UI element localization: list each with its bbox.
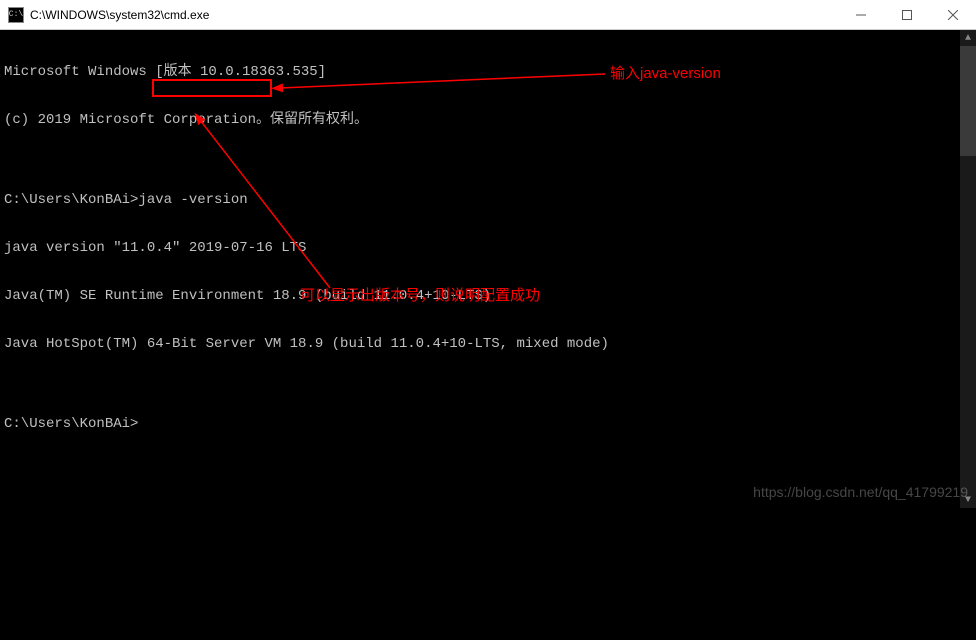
close-button[interactable] — [930, 0, 976, 30]
cmd-icon: C:\ — [8, 7, 24, 23]
annotation-success-hint: 可以显示出版本号，则说明配置成功 — [300, 288, 540, 304]
prompt: C:\Users\KonBAi> — [4, 192, 138, 208]
maximize-button[interactable] — [884, 0, 930, 30]
scrollbar-thumb[interactable] — [960, 46, 976, 156]
terminal-area[interactable]: Microsoft Windows [版本 10.0.18363.535] (c… — [0, 30, 976, 508]
command-line: C:\Users\KonBAi>java -version — [4, 192, 972, 208]
output-line: java version "11.0.4" 2019-07-16 LTS — [4, 240, 972, 256]
prompt-line: C:\Users\KonBAi> — [4, 416, 972, 432]
output-line: (c) 2019 Microsoft Corporation。保留所有权利。 — [4, 112, 972, 128]
window-titlebar: C:\ C:\WINDOWS\system32\cmd.exe — [0, 0, 976, 30]
output-line: Microsoft Windows [版本 10.0.18363.535] — [4, 64, 972, 80]
command-highlight-box — [152, 79, 272, 97]
typed-command: java -version — [138, 192, 247, 208]
vertical-scrollbar[interactable]: ▲ ▼ — [960, 30, 976, 508]
scroll-up-icon[interactable]: ▲ — [960, 30, 976, 46]
window-controls — [838, 0, 976, 29]
minimize-button[interactable] — [838, 0, 884, 30]
window-title: C:\WINDOWS\system32\cmd.exe — [30, 8, 838, 22]
watermark-text: https://blog.csdn.net/qq_41799219 — [753, 484, 968, 500]
output-line: Java HotSpot(TM) 64-Bit Server VM 18.9 (… — [4, 336, 972, 352]
annotation-input-hint: 输入java-version — [610, 66, 721, 82]
